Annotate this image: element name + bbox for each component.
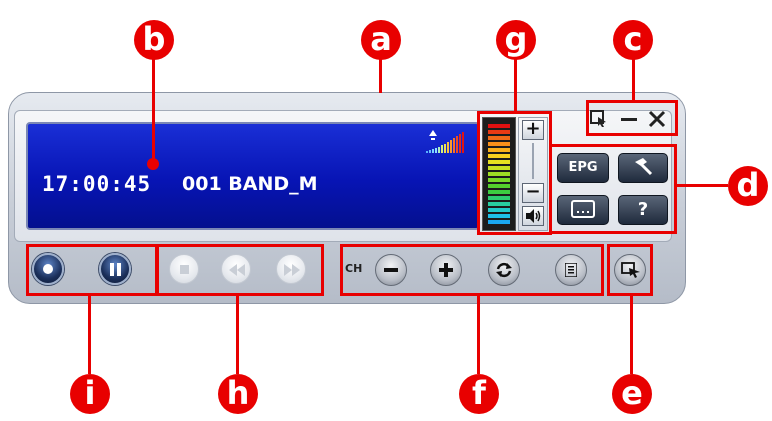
callout-b-dot bbox=[147, 158, 159, 170]
callout-e-leader bbox=[630, 294, 633, 374]
callout-g-box bbox=[477, 111, 552, 235]
callout-c-box bbox=[586, 100, 678, 136]
callout-h-box bbox=[156, 244, 324, 296]
callout-b-leader bbox=[152, 58, 155, 162]
clock-display: 17:00:45 bbox=[42, 172, 152, 196]
callout-b: b bbox=[134, 20, 174, 60]
callout-e: e bbox=[612, 374, 652, 414]
callout-d: d bbox=[728, 166, 768, 206]
callout-d-leader bbox=[676, 184, 728, 187]
callout-c: c bbox=[613, 20, 653, 60]
callout-f: f bbox=[459, 374, 499, 414]
callout-d-box bbox=[549, 144, 677, 234]
callout-h-leader bbox=[236, 294, 239, 374]
callout-g: g bbox=[496, 20, 536, 60]
signal-strength-icon bbox=[426, 130, 464, 153]
channel-name: 001 BAND_M bbox=[182, 173, 318, 195]
callout-i: i bbox=[70, 374, 110, 414]
callout-f-box bbox=[340, 244, 604, 296]
callout-a: a bbox=[361, 20, 401, 60]
callout-g-leader bbox=[514, 58, 517, 111]
callout-i-leader bbox=[88, 294, 91, 374]
callout-a-leader bbox=[379, 58, 382, 93]
callout-e-box bbox=[607, 244, 653, 296]
callout-c-leader bbox=[632, 58, 635, 100]
callout-i-box bbox=[26, 244, 158, 296]
callout-f-leader bbox=[477, 294, 480, 374]
callout-h: h bbox=[218, 374, 258, 414]
